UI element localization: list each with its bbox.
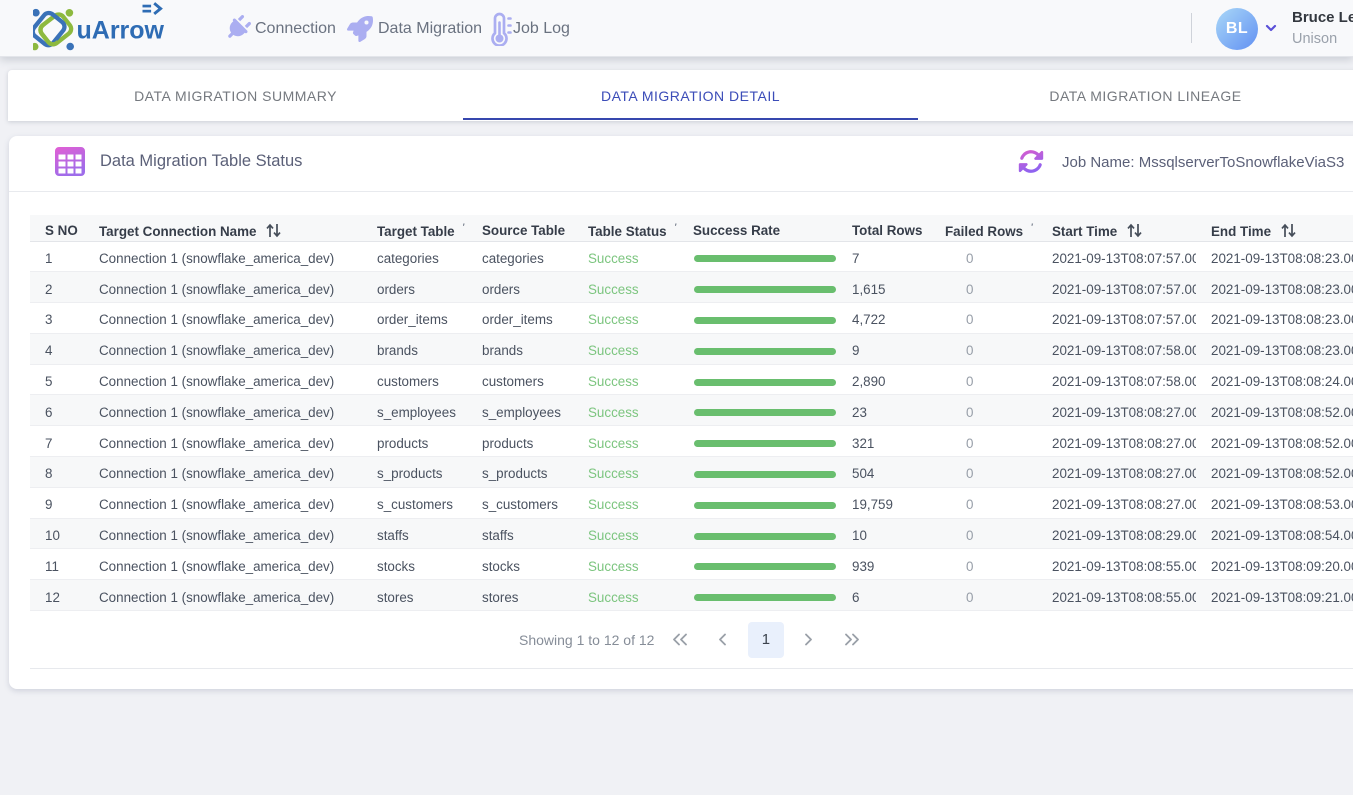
svg-text:uArrow: uArrow bbox=[77, 16, 165, 44]
